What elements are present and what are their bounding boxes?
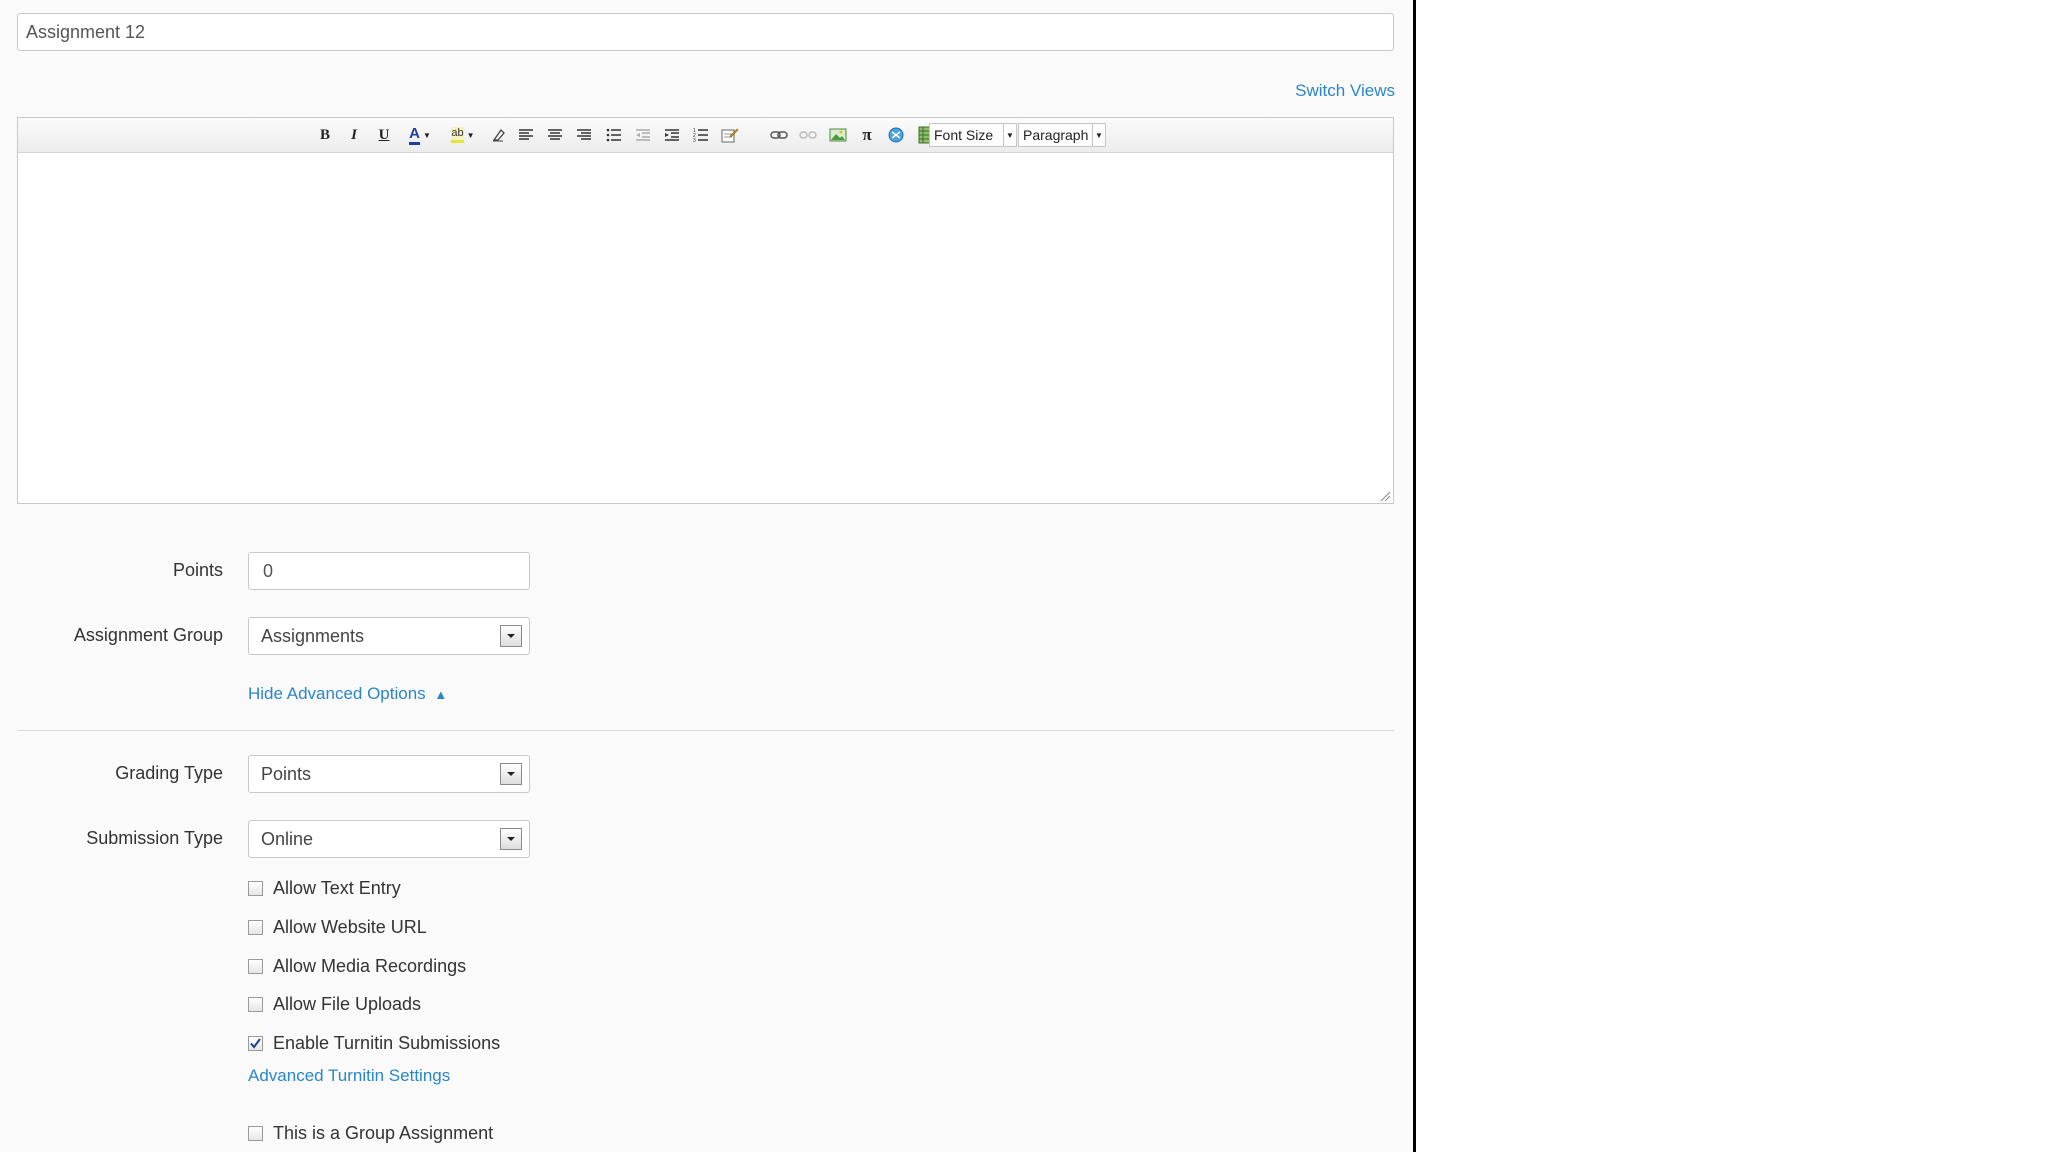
blank-right-area	[1416, 0, 2048, 1152]
submission-type-select[interactable]: Online	[248, 820, 530, 858]
points-input[interactable]	[261, 559, 529, 583]
align-right-icon[interactable]	[573, 124, 595, 146]
allow-website-url-option[interactable]: Allow Website URL	[248, 915, 427, 939]
points-field[interactable]	[248, 552, 530, 590]
grading-type-select[interactable]: Points	[248, 755, 530, 793]
assignment-group-label: Assignment Group	[73, 625, 223, 645]
underline-icon[interactable]: U	[373, 124, 395, 146]
paragraph-label: Paragraph	[1023, 127, 1089, 143]
allow-text-entry-checkbox[interactable]	[248, 880, 263, 896]
allow-text-entry-option[interactable]: Allow Text Entry	[248, 876, 401, 900]
points-label: Points	[172, 560, 223, 580]
group-assignment-option[interactable]: This is a Group Assignment	[248, 1121, 493, 1145]
assignment-group-select[interactable]: Assignments	[248, 617, 530, 655]
submission-type-value: Online	[261, 828, 314, 849]
hide-advanced-options-link[interactable]: Hide Advanced Options ▲	[248, 684, 447, 704]
allow-file-uploads-checkbox[interactable]	[248, 996, 263, 1012]
media-icon[interactable]	[885, 124, 907, 146]
chevron-down-icon[interactable]	[500, 763, 522, 785]
enable-turnitin-checkbox[interactable]	[248, 1035, 263, 1051]
chevron-down-icon: ▼	[466, 130, 475, 140]
assignment-title-input[interactable]	[17, 13, 1394, 51]
allow-text-entry-label: Allow Text Entry	[273, 877, 401, 898]
rich-text-editor: B I U A ▼ ab ▼ 1 2 3 π Font Size ▼ Parag…	[17, 117, 1394, 504]
highlight-icon[interactable]: ab ▼	[444, 124, 482, 146]
enable-turnitin-label: Enable Turnitin Submissions	[273, 1032, 501, 1053]
font-size-label: Font Size	[934, 127, 994, 143]
chevron-down-icon[interactable]	[500, 828, 522, 850]
allow-media-recordings-label: Allow Media Recordings	[273, 955, 467, 976]
paragraph-select[interactable]: Paragraph ▼	[1018, 123, 1106, 147]
highlight-glyph: ab	[451, 127, 464, 143]
text-color-glyph: A	[409, 125, 420, 145]
allow-media-recordings-option[interactable]: Allow Media Recordings	[248, 954, 466, 978]
advanced-turnitin-settings-link[interactable]: Advanced Turnitin Settings	[248, 1066, 450, 1086]
submission-type-label: Submission Type	[86, 828, 223, 848]
unlink-icon[interactable]	[797, 124, 819, 146]
math-icon[interactable]: π	[856, 124, 878, 146]
link-icon[interactable]	[768, 124, 790, 146]
editor-toolbar: B I U A ▼ ab ▼ 1 2 3 π Font Size ▼ Parag…	[18, 118, 1393, 153]
allow-website-url-label: Allow Website URL	[273, 916, 427, 937]
image-icon[interactable]	[827, 124, 849, 146]
bold-icon[interactable]: B	[314, 124, 336, 146]
grading-type-value: Points	[261, 763, 312, 784]
numbered-list-icon[interactable]: 123	[690, 124, 712, 146]
grading-type-label: Grading Type	[115, 763, 223, 783]
text-color-icon[interactable]: A ▼	[402, 124, 438, 146]
embed-icon[interactable]	[719, 124, 741, 146]
chevron-down-icon[interactable]	[500, 625, 522, 647]
chevron-down-icon: ▼	[1003, 124, 1016, 146]
chevron-down-icon: ▼	[1092, 124, 1105, 146]
hide-advanced-options-label: Hide Advanced Options	[248, 684, 426, 703]
group-assignment-label: This is a Group Assignment	[273, 1122, 494, 1143]
switch-views-link[interactable]: Switch Views	[1295, 81, 1395, 101]
resize-handle-icon[interactable]	[1379, 489, 1391, 502]
triangle-up-icon: ▲	[434, 687, 448, 702]
allow-website-url-checkbox[interactable]	[248, 919, 263, 935]
enable-turnitin-option[interactable]: Enable Turnitin Submissions	[248, 1031, 500, 1055]
allow-file-uploads-label: Allow File Uploads	[273, 993, 422, 1014]
italic-icon[interactable]: I	[343, 124, 365, 146]
chevron-down-icon: ▼	[422, 130, 431, 140]
indent-icon[interactable]	[661, 124, 683, 146]
assignment-edit-panel: Switch Views B I U A ▼ ab ▼	[0, 0, 1416, 1152]
align-center-icon[interactable]	[544, 124, 566, 146]
section-divider	[17, 730, 1394, 731]
allow-file-uploads-option[interactable]: Allow File Uploads	[248, 992, 421, 1016]
group-assignment-checkbox[interactable]	[248, 1125, 263, 1141]
checkmark-icon	[250, 1037, 261, 1049]
clear-format-icon[interactable]	[487, 124, 509, 146]
align-left-icon[interactable]	[515, 124, 537, 146]
outdent-icon[interactable]	[632, 124, 654, 146]
allow-media-recordings-checkbox[interactable]	[248, 958, 263, 974]
assignment-group-value: Assignments	[261, 625, 365, 646]
font-size-select[interactable]: Font Size ▼	[929, 123, 1017, 147]
bullet-list-icon[interactable]	[603, 124, 625, 146]
svg-text:3: 3	[693, 138, 696, 142]
